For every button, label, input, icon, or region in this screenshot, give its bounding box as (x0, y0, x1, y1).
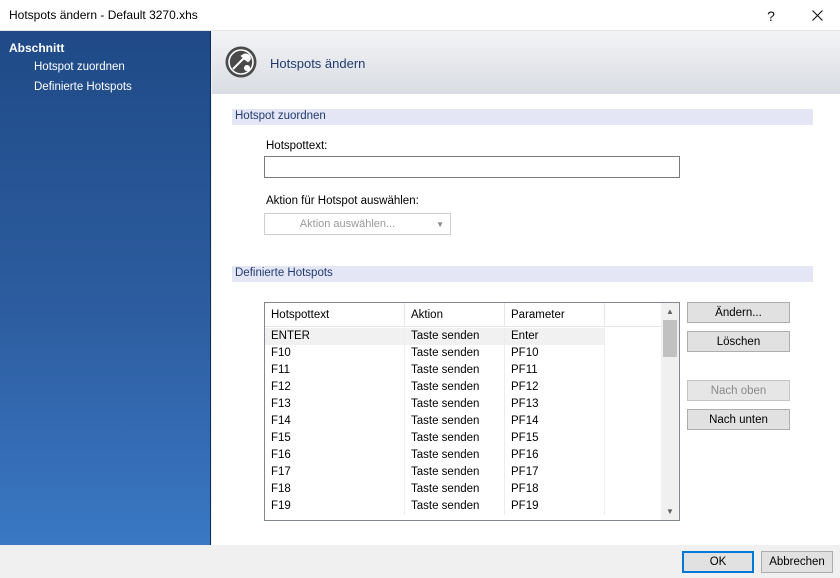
chevron-down-icon: ▼ (436, 220, 444, 229)
table-scrollbar[interactable]: ▲ ▼ (661, 303, 679, 520)
table-cell: PF13 (505, 396, 605, 413)
title-bar: Hotspots ändern - Default 3270.xhs ? (0, 0, 840, 31)
table-row[interactable]: F10 Taste senden PF10 (265, 345, 661, 362)
nach-oben-button[interactable]: Nach oben (687, 380, 790, 401)
aendern-button[interactable]: Ändern... (687, 302, 790, 323)
page-header: Hotspots ändern (212, 31, 840, 94)
page-title: Hotspots ändern (270, 56, 366, 71)
table-header: Hotspottext Aktion Parameter (265, 303, 661, 327)
hotspot-edit-icon (225, 46, 257, 78)
table-row[interactable]: F11 Taste senden PF11 (265, 362, 661, 379)
table-cell: PF18 (505, 481, 605, 498)
table-cell: F14 (265, 413, 405, 430)
loeschen-button[interactable]: Löschen (687, 331, 790, 352)
action-select-value: Aktion auswählen... (299, 218, 396, 230)
table-cell: PF17 (505, 464, 605, 481)
scroll-thumb[interactable] (663, 320, 677, 357)
hotspottext-input[interactable] (264, 156, 680, 178)
table-row[interactable]: F14 Taste senden PF14 (265, 413, 661, 430)
table-cell: F19 (265, 498, 405, 515)
table-cell: Enter (505, 328, 605, 345)
table-cell: Taste senden (405, 328, 505, 345)
table-cell: Taste senden (405, 413, 505, 430)
help-button[interactable]: ? (748, 0, 794, 31)
table-row[interactable]: F15 Taste senden PF15 (265, 430, 661, 447)
section-nav: Abschnitt Hotspot zuordnen Definierte Ho… (0, 31, 211, 545)
nav-item-definierte-hotspots[interactable]: Definierte Hotspots (34, 81, 132, 93)
table-cell: F10 (265, 345, 405, 362)
close-button[interactable] (794, 0, 840, 31)
table-row[interactable]: F17 Taste senden PF17 (265, 464, 661, 481)
table-cell: PF11 (505, 362, 605, 379)
hotspot-table[interactable]: Hotspottext Aktion Parameter ENTER Taste … (264, 302, 680, 521)
table-cell: PF12 (505, 379, 605, 396)
table-cell: F15 (265, 430, 405, 447)
table-cell: ENTER (265, 328, 405, 345)
table-cell: F12 (265, 379, 405, 396)
table-cell: Taste senden (405, 396, 505, 413)
table-cell: PF14 (505, 413, 605, 430)
table-cell: PF15 (505, 430, 605, 447)
ok-button[interactable]: OK (682, 551, 754, 573)
action-label: Aktion für Hotspot auswählen: (266, 195, 419, 207)
column-header-aktion[interactable]: Aktion (405, 303, 505, 327)
table-cell: Taste senden (405, 379, 505, 396)
table-row[interactable]: F12 Taste senden PF12 (265, 379, 661, 396)
table-row[interactable]: F19 Taste senden PF19 (265, 498, 661, 515)
column-header-parameter[interactable]: Parameter (505, 303, 605, 327)
content-panel: Hotspots ändern Hotspot zuordnen Hotspot… (212, 31, 840, 545)
table-cell: Taste senden (405, 464, 505, 481)
scroll-up-icon[interactable]: ▲ (661, 303, 679, 320)
table-cell: Taste senden (405, 498, 505, 515)
table-cell: Taste senden (405, 362, 505, 379)
nach-unten-button[interactable]: Nach unten (687, 409, 790, 430)
close-icon (811, 10, 823, 21)
table-cell: PF16 (505, 447, 605, 464)
table-cell: Taste senden (405, 481, 505, 498)
table-cell: F13 (265, 396, 405, 413)
abbrechen-button[interactable]: Abbrechen (761, 551, 833, 573)
section-header-hotspot-zuordnen: Hotspot zuordnen (232, 109, 813, 125)
hotspottext-label: Hotspottext: (266, 140, 328, 152)
table-cell: PF19 (505, 498, 605, 515)
table-cell: F16 (265, 447, 405, 464)
table-row[interactable]: F18 Taste senden PF18 (265, 481, 661, 498)
table-cell: F18 (265, 481, 405, 498)
column-header-hotspottext[interactable]: Hotspottext (265, 303, 405, 327)
table-cell: PF10 (505, 345, 605, 362)
section-header-definierte-hotspots: Definierte Hotspots (232, 266, 813, 282)
table-cell: Taste senden (405, 430, 505, 447)
window-title: Hotspots ändern - Default 3270.xhs (9, 8, 198, 22)
table-row[interactable]: F16 Taste senden PF16 (265, 447, 661, 464)
table-cell: F11 (265, 362, 405, 379)
table-cell: Taste senden (405, 447, 505, 464)
table-cell: Taste senden (405, 345, 505, 362)
table-row[interactable]: ENTER Taste senden Enter (265, 328, 661, 345)
scroll-down-icon[interactable]: ▼ (661, 503, 679, 520)
table-cell: F17 (265, 464, 405, 481)
nav-heading: Abschnitt (9, 41, 65, 55)
table-row[interactable]: F13 Taste senden PF13 (265, 396, 661, 413)
nav-item-hotspot-zuordnen[interactable]: Hotspot zuordnen (34, 61, 125, 73)
action-select[interactable]: Aktion auswählen... ▼ (264, 213, 451, 235)
